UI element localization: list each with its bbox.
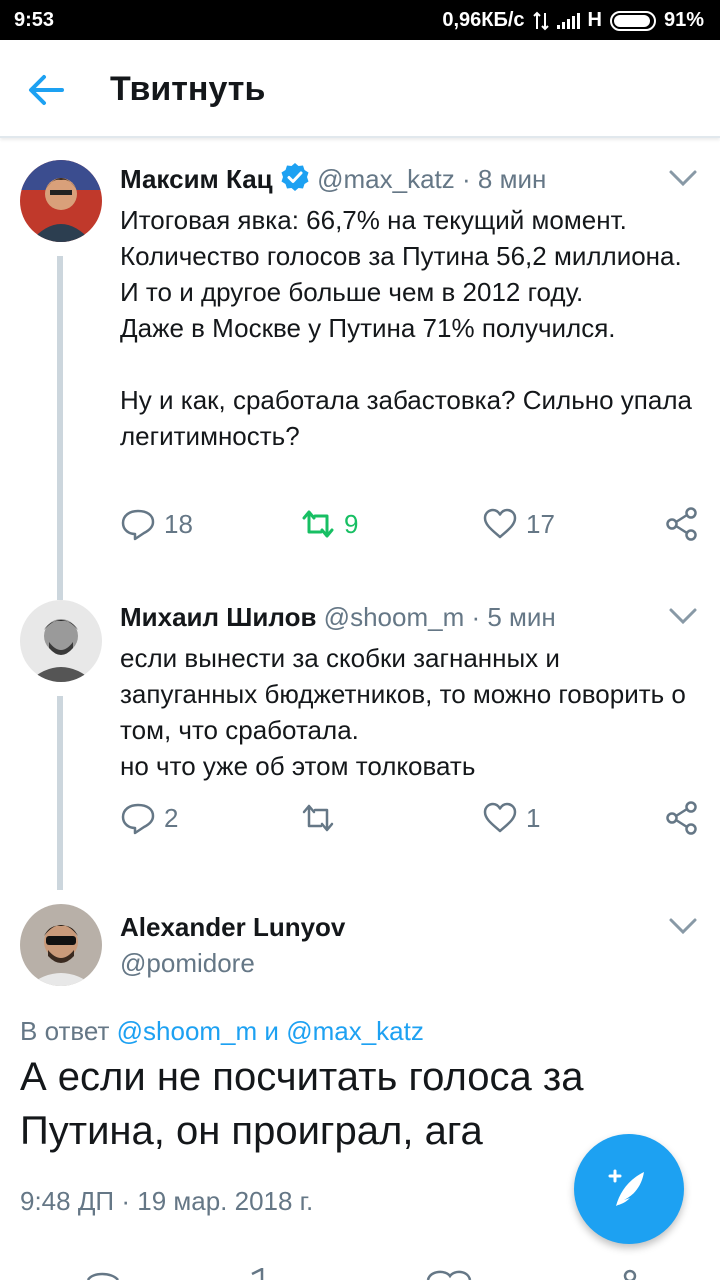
reply-mention-link[interactable]: @max_katz (286, 1016, 424, 1046)
reply-icon (121, 509, 155, 541)
reply-button[interactable]: 18 (120, 506, 193, 542)
author-handle[interactable]: @max_katz (317, 164, 455, 194)
retweet-icon (302, 804, 334, 832)
thread-line (57, 696, 63, 890)
author-handle[interactable]: @pomidore (120, 948, 255, 979)
like-button[interactable]: 1 (482, 800, 540, 836)
tweet-header: Максим Кац @max_katz · 8 мин (120, 162, 546, 195)
app-bar: Твитнуть (0, 40, 720, 138)
thread-line (57, 256, 63, 600)
compose-feather-icon (608, 1169, 644, 1206)
author-handle[interactable]: @shoom_m (324, 602, 465, 632)
author-name[interactable]: Михаил Шилов (120, 602, 316, 632)
compose-button[interactable] (574, 1134, 684, 1244)
tweet-1[interactable]: Максим Кац @max_katz · 8 мин Итоговая яв… (0, 140, 720, 600)
status-indicators: 0,96КБ/с H 91% (442, 9, 704, 32)
share-icon (666, 507, 697, 541)
tweet-time: · 8 мин (462, 164, 547, 194)
reply-context: В ответ @shoom_m и @max_katz (20, 1016, 424, 1047)
heart-icon (483, 508, 517, 539)
data-transfer-icon (532, 11, 549, 30)
avatar[interactable] (20, 904, 102, 986)
arrow-left-icon[interactable] (26, 70, 66, 110)
like-count: 1 (526, 802, 541, 833)
verified-badge-icon (281, 163, 309, 191)
author-name[interactable]: Максим Кац (120, 164, 273, 194)
tweet-text: Итоговая явка: 66,7% на текущий момент. … (120, 205, 692, 451)
share-icon (666, 801, 697, 835)
reply-prefix: В ответ (20, 1016, 110, 1046)
tweet-actions: 18 9 17 (120, 506, 700, 546)
bottom-actions-peek (86, 1268, 637, 1280)
heart-icon (483, 802, 517, 833)
retweet-count: 9 (344, 508, 359, 539)
reply-icon (121, 803, 155, 835)
share-button[interactable] (664, 800, 700, 836)
chevron-down-icon[interactable] (668, 606, 698, 626)
retweet-button[interactable] (300, 800, 344, 836)
tweet-header: Михаил Шилов @shoom_m · 5 мин (120, 602, 556, 633)
like-button[interactable]: 17 (482, 506, 555, 542)
network-speed: 0,96КБ/с (442, 9, 525, 31)
share-button[interactable] (664, 506, 700, 542)
avatar[interactable] (20, 160, 102, 242)
status-bar: 9:53 0,96КБ/с H 91% (0, 0, 720, 40)
reply-mention-link[interactable]: @shoom_m (117, 1016, 258, 1046)
tweet-actions: 2 1 (120, 800, 700, 840)
like-count: 17 (526, 508, 555, 539)
tweet-2[interactable]: Михаил Шилов @shoom_m · 5 мин если вынес… (0, 580, 720, 890)
tweet-timestamp: 9:48 ДП · 19 мар. 2018 г. (20, 1186, 314, 1216)
status-time: 9:53 (14, 9, 55, 31)
tweet-text: если вынести за скобки загнанных и запуг… (120, 643, 686, 781)
retweet-icon (302, 510, 334, 538)
battery-level: 91% (663, 9, 704, 31)
reply-count: 2 (164, 802, 179, 833)
retweet-button[interactable]: 9 (300, 506, 358, 542)
battery-icon (609, 10, 656, 31)
author-name[interactable]: Alexander Lunyov (120, 912, 345, 943)
page-title: Твитнуть (110, 70, 266, 108)
signal-icon (556, 12, 580, 29)
reply-button[interactable]: 2 (120, 800, 178, 836)
chevron-down-icon[interactable] (668, 916, 698, 936)
focus-tweet-text: А если не посчитать голоса за Путина, он… (20, 1055, 584, 1153)
chevron-down-icon[interactable] (668, 168, 698, 188)
avatar[interactable] (20, 600, 102, 682)
reply-count: 18 (164, 508, 193, 539)
reply-and: и (264, 1016, 279, 1046)
tweet-time: · 5 мин (471, 602, 556, 632)
network-type: H (587, 9, 602, 31)
